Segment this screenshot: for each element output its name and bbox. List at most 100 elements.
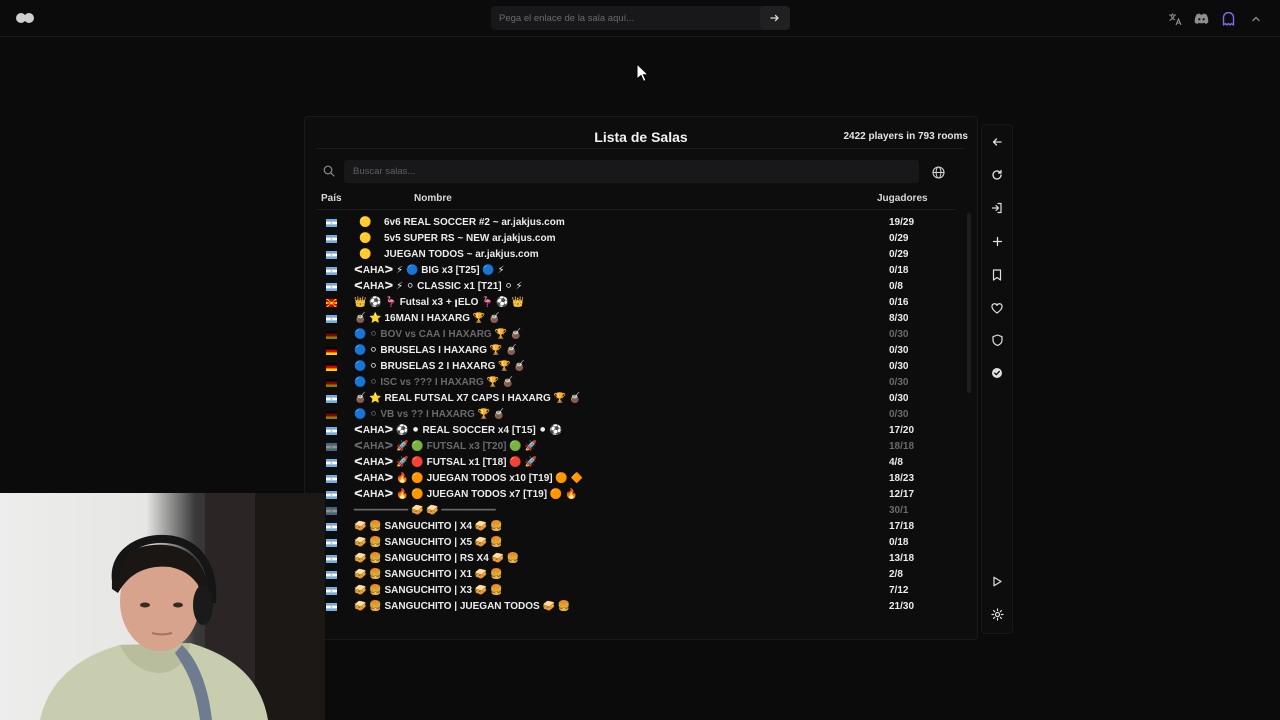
room-players: 13/18 (889, 553, 915, 564)
room-players: 0/30 (889, 361, 909, 372)
room-players: 0/30 (889, 345, 909, 356)
table-row[interactable]: ᐸAHAᐳ 🔥 🟠 JUEGAN TODOS x10 [T19] 🟠 🔶 18/2… (305, 471, 965, 487)
table-row[interactable]: ᐸAHAᐳ ⚡ ⚪ CLASSIC x1 [T21] ⚪ ⚡ 0/8 (305, 279, 965, 295)
room-players: 0/29 (889, 249, 909, 260)
table-row[interactable]: 🔵 ⚪ VB vs ?? I HAXARG 🏆 🧉 0/30 (305, 407, 965, 423)
table-row[interactable]: 🥪 🍔 SANGUCHITO | X4 🥪 🍔 17/18 (305, 519, 965, 535)
table-row[interactable]: 5v5 SUPER RS ~ NEW ar.jakjus.com 🟡 0/29 (305, 231, 965, 247)
login-icon (991, 202, 1002, 214)
bookmarks-button[interactable] (986, 264, 1008, 286)
table-row[interactable]: 🔵 ⚪ ISC vs ??? I HAXARG 🏆 🧉 0/30 (305, 375, 965, 391)
flag-ar-icon (326, 587, 337, 595)
room-name: 5v5 SUPER RS ~ NEW ar.jakjus.com (384, 233, 556, 244)
table-row[interactable]: 🥪 🍔 SANGUCHITO | X1 🥪 🍔 2/8 (305, 567, 965, 583)
heart-icon (991, 302, 1003, 314)
room-players: 0/30 (889, 377, 909, 388)
table-row[interactable]: 🥪 🍔 SANGUCHITO | JUEGAN TODOS 🥪 🍔 21/30 (305, 599, 965, 615)
table-row[interactable]: ᐸAHAᐳ 🚀 🟢 FUTSAL x3 [T20] 🟢 🚀 18/18 (305, 439, 965, 455)
room-name: 🥪 🍔 SANGUCHITO | X1 🥪 🍔 (354, 569, 503, 580)
flag-ar-icon (326, 427, 337, 435)
verified-icon (992, 368, 1002, 378)
room-list[interactable]: 6v6 REAL SOCCER #2 ~ ar.jakjus.com 🟡 19/29… (305, 211, 965, 631)
table-row[interactable]: ᐸAHAᐳ 🔥 🟠 JUEGAN TODOS x7 [T19] 🟠 🔥 12/17 (305, 487, 965, 503)
room-players: 0/18 (889, 265, 909, 276)
admin-button[interactable] (986, 329, 1008, 351)
room-search-input[interactable] (344, 160, 919, 183)
play-button[interactable] (986, 570, 1008, 592)
table-row[interactable]: JUEGAN TODOS ~ ar.jakjus.com 🟡 0/29 (305, 247, 965, 263)
arrow-right-icon (770, 14, 779, 22)
flag-ar-icon (326, 571, 337, 579)
ghost-icon[interactable] (1220, 10, 1237, 27)
chevron-up-icon[interactable] (1247, 10, 1264, 27)
flag-ar-icon (326, 395, 337, 403)
table-row[interactable]: 6v6 REAL SOCCER #2 ~ ar.jakjus.com 🟡 19/29 (305, 215, 965, 231)
flag-de-icon (326, 347, 337, 355)
flag-ar-icon (326, 219, 337, 227)
room-name: 🥪 🍔 SANGUCHITO | X5 🥪 🍔 (354, 537, 503, 548)
table-row[interactable]: 🥪 🍔 SANGUCHITO | RS X4 🥪 🍔 13/18 (305, 551, 965, 567)
table-row[interactable]: 🥪 🍔 SANGUCHITO | X5 🥪 🍔 0/18 (305, 535, 965, 551)
discord-icon[interactable] (1193, 10, 1210, 27)
settings-button[interactable] (986, 603, 1008, 625)
room-link-input[interactable] (491, 6, 757, 30)
room-name: 🔵 ⚪ BRUSELAS 2 I HAXARG 🏆 🧉 (354, 361, 526, 372)
back-button[interactable] (986, 131, 1008, 153)
table-row[interactable]: 🧉 ⭐ REAL FUTSAL X7 CAPS I HAXARG 🏆 🧉 0/30 (305, 391, 965, 407)
settings-gear-icon (990, 607, 1004, 621)
room-players: 0/30 (889, 393, 909, 404)
room-players: 0/29 (889, 233, 909, 244)
logo-icon[interactable] (16, 11, 36, 25)
table-row[interactable]: 🔵 ⚪ BRUSELAS I HAXARG 🏆 🧉 0/30 (305, 343, 965, 359)
room-players: 21/30 (889, 601, 915, 612)
room-status-dot-icon: 🟡 (359, 233, 372, 244)
join-link-button[interactable] (760, 6, 790, 30)
column-header-country[interactable]: País (321, 193, 342, 204)
top-icons (1166, 10, 1264, 27)
room-name: ᐸAHAᐳ 🚀 🔴 FUTSAL x1 [T18] 🔴 🚀 (354, 457, 537, 468)
flag-ar-icon (326, 315, 337, 323)
room-name: 🥪 🍔 SANGUCHITO | X3 🥪 🍔 (354, 585, 503, 596)
flag-ar-icon (326, 603, 337, 611)
room-name: 🥪 🍔 SANGUCHITO | JUEGAN TODOS 🥪 🍔 (354, 601, 571, 612)
table-row[interactable]: 🔵 ⚪ BRUSELAS 2 I HAXARG 🏆 🧉 0/30 (305, 359, 965, 375)
table-row[interactable]: 🔵 ⚪ BOV vs CAA I HAXARG 🏆 🧉 0/30 (305, 327, 965, 343)
table-row[interactable]: 👑 ⚽ 🦩 Futsal x3 + ꞁELO 🦩 ⚽ 👑 0/16 (305, 295, 965, 311)
webcam-overlay (0, 493, 325, 720)
room-players: 12/17 (889, 489, 915, 500)
room-name: 🔵 ⚪ BOV vs CAA I HAXARG 🏆 🧉 (354, 329, 523, 340)
room-name: 🔵 ⚪ ISC vs ??? I HAXARG 🏆 🧉 (354, 377, 515, 388)
flag-ar-icon (326, 555, 337, 563)
refresh-button[interactable] (986, 164, 1008, 186)
verified-button[interactable] (986, 362, 1008, 384)
room-players: 0/8 (889, 281, 903, 292)
table-row[interactable]: 🥪 🍔 SANGUCHITO | X3 🥪 🍔 7/12 (305, 583, 965, 599)
room-players: 8/30 (889, 313, 909, 324)
flag-ar-icon (326, 459, 337, 467)
room-name: 🥪 🍔 SANGUCHITO | X4 🥪 🍔 (354, 521, 503, 532)
column-header-players[interactable]: Jugadores (877, 193, 928, 204)
join-room-button[interactable] (986, 197, 1008, 219)
region-filter-button[interactable] (926, 162, 950, 182)
mouse-cursor-icon (636, 63, 649, 82)
shield-icon (991, 334, 1003, 346)
create-room-button[interactable] (986, 230, 1008, 252)
search-icon (323, 165, 335, 177)
column-header-name[interactable]: Nombre (414, 193, 452, 204)
favorites-button[interactable] (986, 297, 1008, 319)
table-row[interactable]: ━━━━━━━━━ 🥪 🥪 ━━━━━━━━━ 30/1 (305, 503, 965, 519)
list-scrollbar[interactable] (967, 213, 971, 393)
flag-ar-icon (326, 235, 337, 243)
table-row[interactable]: ᐸAHAᐳ ⚽ ⚫ REAL SOCCER x4 [T15] ⚫ ⚽ 17/20 (305, 423, 965, 439)
flag-ar-icon (326, 267, 337, 275)
room-name: 🧉 ⭐ REAL FUTSAL X7 CAPS I HAXARG 🏆 🧉 (354, 393, 582, 404)
room-name: 👑 ⚽ 🦩 Futsal x3 + ꞁELO 🦩 ⚽ 👑 (354, 297, 525, 308)
translate-icon[interactable] (1166, 10, 1183, 27)
table-row[interactable]: ᐸAHAᐳ ⚡ 🔵 BIG x3 [T25] 🔵 ⚡ 0/18 (305, 263, 965, 279)
table-row[interactable]: 🧉 ⭐ 16MAN I HAXARG 🏆 🧉 8/30 (305, 311, 965, 327)
room-name: 🥪 🍔 SANGUCHITO | RS X4 🥪 🍔 (354, 553, 520, 564)
table-row[interactable]: ᐸAHAᐳ 🚀 🔴 FUTSAL x1 [T18] 🔴 🚀 4/8 (305, 455, 965, 471)
room-name: ᐸAHAᐳ ⚡ 🔵 BIG x3 [T25] 🔵 ⚡ (354, 265, 505, 276)
room-name: ━━━━━━━━━ 🥪 🥪 ━━━━━━━━━ (354, 505, 496, 516)
flag-de-icon (326, 379, 337, 387)
